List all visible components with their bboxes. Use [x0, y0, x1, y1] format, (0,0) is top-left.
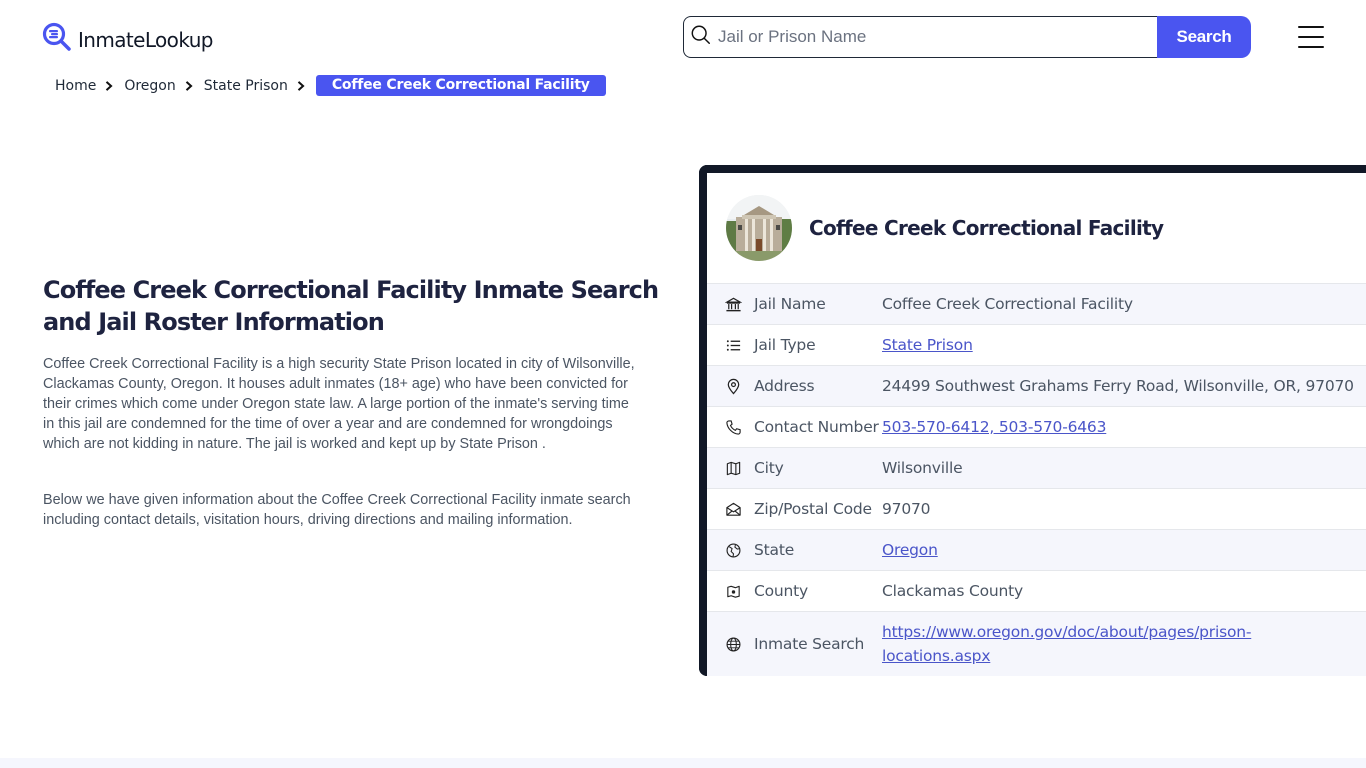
- building-columns-icon: [724, 295, 742, 313]
- list-icon: [724, 336, 742, 354]
- description-paragraph: Below we have given information about th…: [43, 492, 631, 528]
- map-pin-icon: [724, 377, 742, 395]
- row-label: Zip/Postal Code: [754, 500, 872, 518]
- row-value: 503-570-6412, 503-570-6463: [882, 415, 1106, 439]
- info-row-state: State Oregon: [707, 529, 1366, 570]
- info-row-address: Address 24499 Southwest Grahams Ferry Ro…: [707, 365, 1366, 406]
- chevron-right-icon: [296, 79, 308, 93]
- row-label: City: [754, 459, 784, 477]
- row-label: County: [754, 582, 809, 600]
- row-value: Oregon: [882, 538, 938, 562]
- row-value: 97070: [882, 500, 931, 518]
- logo-magnifier-icon: [42, 22, 72, 57]
- map-icon: [724, 459, 742, 477]
- logo[interactable]: InmateLookup: [42, 22, 213, 57]
- info-row-city: City Wilsonville: [707, 447, 1366, 488]
- search-input[interactable]: [718, 27, 1138, 47]
- row-value: https://www.oregon.gov/doc/about/pages/p…: [882, 620, 1282, 668]
- row-value: Clackamas County: [882, 582, 1023, 600]
- row-label: Inmate Search: [754, 635, 865, 653]
- search-icon: [690, 24, 712, 51]
- row-value: Coffee Creek Correctional Facility: [882, 295, 1133, 313]
- chevron-right-icon: [104, 79, 116, 93]
- breadcrumb-home[interactable]: Home: [55, 78, 96, 94]
- phone-icon: [724, 418, 742, 436]
- row-value: Wilsonville: [882, 459, 963, 477]
- search-button[interactable]: Search: [1157, 16, 1251, 58]
- card-header: Coffee Creek Correctional Facility: [707, 173, 1366, 283]
- description-paragraph: Coffee Creek Correctional Facility is a …: [43, 356, 635, 452]
- row-value: 24499 Southwest Grahams Ferry Road, Wils…: [882, 377, 1354, 395]
- info-row-zip: Zip/Postal Code 97070: [707, 488, 1366, 529]
- mail-open-icon: [724, 500, 742, 518]
- row-label: Jail Type: [754, 336, 816, 354]
- world-icon: [724, 635, 742, 653]
- breadcrumb: Home Oregon State Prison Coffee Creek Co…: [55, 75, 606, 96]
- info-row-jail-type: Jail Type State Prison: [707, 324, 1366, 365]
- info-row-jail-name: Jail Name Coffee Creek Correctional Faci…: [707, 283, 1366, 324]
- globe-region-icon: [724, 541, 742, 559]
- facility-avatar: [726, 195, 792, 261]
- row-label: Jail Name: [754, 295, 826, 313]
- breadcrumb-state[interactable]: Oregon: [124, 78, 175, 94]
- inmate-search-link[interactable]: https://www.oregon.gov/doc/about/pages/p…: [882, 623, 1251, 665]
- menu-bar: [1298, 36, 1324, 38]
- info-table: Jail Name Coffee Creek Correctional Faci…: [707, 283, 1366, 676]
- info-row-county: County Clackamas County: [707, 570, 1366, 611]
- breadcrumb-current: Coffee Creek Correctional Facility: [315, 75, 606, 96]
- hamburger-menu-icon[interactable]: [1298, 26, 1324, 48]
- row-label: Contact Number: [754, 418, 879, 436]
- footer-strip: [0, 758, 1366, 768]
- search-form: Search: [683, 16, 1251, 58]
- breadcrumb-jail-type[interactable]: State Prison: [204, 78, 288, 94]
- info-row-contact-number: Contact Number 503-570-6412, 503-570-646…: [707, 406, 1366, 447]
- facility-info-card: Coffee Creek Correctional Facility Jail …: [699, 165, 1366, 676]
- card-title: Coffee Creek Correctional Facility: [809, 216, 1164, 240]
- jail-type-link[interactable]: State Prison: [882, 336, 973, 354]
- row-value: State Prison: [882, 333, 973, 357]
- page-title: Coffee Creek Correctional Facility Inmat…: [43, 276, 659, 336]
- row-label: Address: [754, 377, 815, 395]
- info-row-inmate-search: Inmate Search https://www.oregon.gov/doc…: [707, 611, 1366, 676]
- search-box: [683, 16, 1157, 58]
- county-map-icon: [724, 582, 742, 600]
- row-label: State: [754, 541, 795, 559]
- phone-link[interactable]: 503-570-6412, 503-570-6463: [882, 418, 1106, 436]
- chevron-right-icon: [184, 79, 196, 93]
- logo-text: InmateLookup: [78, 27, 213, 52]
- state-link[interactable]: Oregon: [882, 541, 938, 559]
- menu-bar: [1298, 26, 1324, 28]
- menu-bar: [1298, 46, 1324, 48]
